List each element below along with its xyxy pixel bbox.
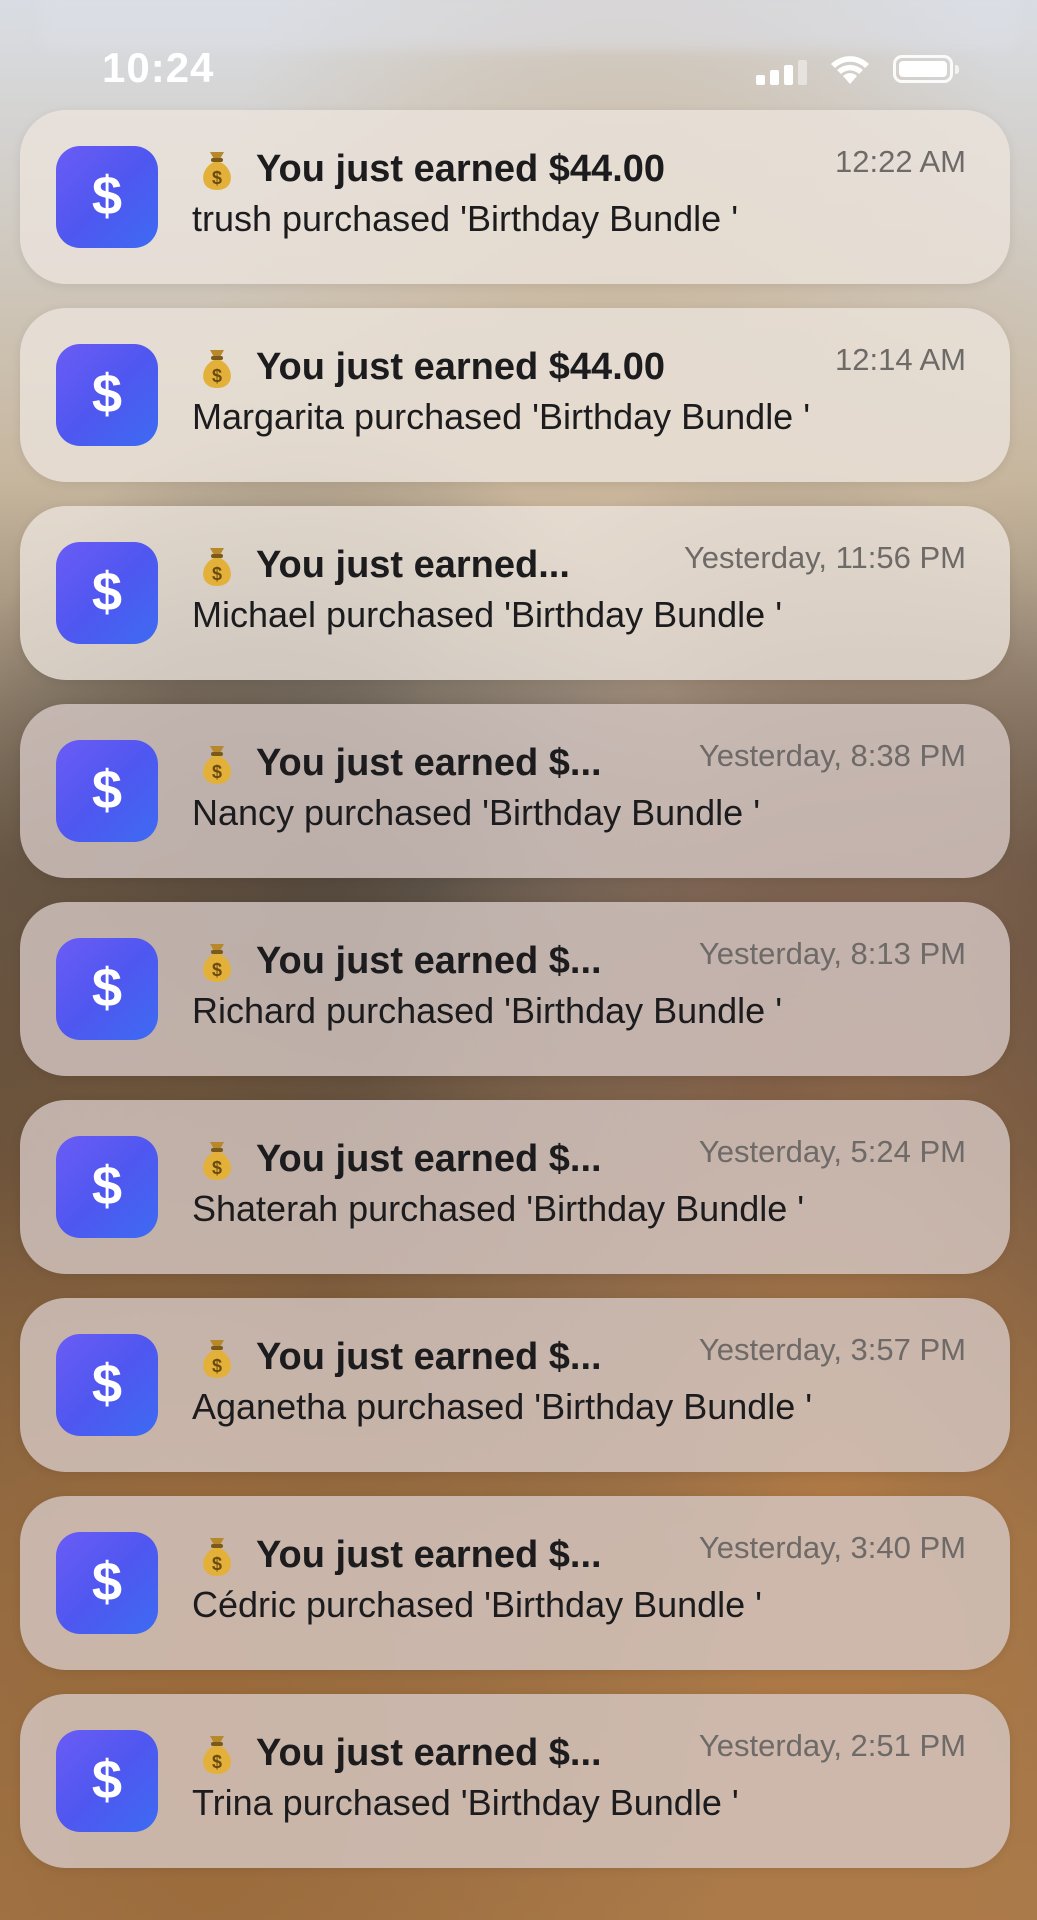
svg-text:$: $: [92, 1354, 122, 1414]
notification-title: You just earned $...: [256, 939, 602, 982]
svg-text:$: $: [212, 960, 222, 980]
dollar-sign-icon: $: [56, 740, 158, 842]
notification-card[interactable]: $ $ You just earned $... Yesterday, 5:24 PM…: [20, 1100, 1010, 1274]
money-bag-icon: $: [196, 1730, 238, 1776]
notification-card[interactable]: $ $ You just earned $... Yesterday, 8:38 PM…: [20, 704, 1010, 878]
notification-time: 12:14 AM: [835, 342, 966, 377]
svg-text:$: $: [92, 1750, 122, 1810]
svg-text:$: $: [92, 760, 122, 820]
dollar-sign-icon: $: [56, 542, 158, 644]
notification-card[interactable]: $ $ You just earned $44.00 12:22 AM trush pu…: [20, 110, 1010, 284]
notification-time: Yesterday, 8:13 PM: [698, 936, 966, 971]
notification-body: Shaterah purchased 'Birthday Bundle ': [192, 1188, 805, 1229]
dollar-sign-icon: $: [56, 1136, 158, 1238]
notification-card[interactable]: $ $ You just earned $44.00 12:14 AM Margarit…: [20, 308, 1010, 482]
svg-text:$: $: [212, 564, 222, 584]
dollar-sign-icon: $: [56, 146, 158, 248]
status-bar: 10:24: [0, 0, 1037, 120]
svg-text:$: $: [92, 562, 122, 622]
cellular-signal-icon: [756, 60, 807, 85]
dollar-sign-icon: $: [56, 938, 158, 1040]
notification-time: Yesterday, 5:24 PM: [698, 1134, 966, 1169]
battery-icon: [893, 55, 959, 83]
money-bag-icon: $: [196, 1136, 238, 1182]
notification-body: Trina purchased 'Birthday Bundle ': [192, 1782, 739, 1823]
svg-text:$: $: [212, 366, 222, 386]
wifi-icon: [828, 54, 872, 91]
notification-body: Michael purchased 'Birthday Bundle ': [192, 594, 783, 635]
notification-body: Cédric purchased 'Birthday Bundle ': [192, 1584, 763, 1625]
svg-text:$: $: [212, 1356, 222, 1376]
notification-body: trush purchased 'Birthday Bundle ': [192, 198, 739, 239]
notification-title: You just earned $44.00: [256, 345, 666, 388]
notification-time: Yesterday, 3:40 PM: [698, 1530, 966, 1565]
notification-body: Richard purchased 'Birthday Bundle ': [192, 990, 783, 1031]
money-bag-icon: $: [196, 1334, 238, 1380]
notification-time: Yesterday, 3:57 PM: [698, 1332, 966, 1367]
notification-body: Nancy purchased 'Birthday Bundle ': [192, 792, 761, 833]
notification-card[interactable]: $ $ You just earned $... Yesterday, 2:51 PM…: [20, 1694, 1010, 1868]
notification-time: Yesterday, 11:56 PM: [683, 540, 966, 575]
money-bag-icon: $: [196, 542, 238, 588]
money-bag-icon: $: [196, 344, 238, 390]
notification-time: Yesterday, 2:51 PM: [698, 1728, 966, 1763]
svg-text:$: $: [212, 1752, 222, 1772]
dollar-sign-icon: $: [56, 344, 158, 446]
svg-text:$: $: [212, 762, 222, 782]
notification-title: You just earned $44.00: [256, 147, 666, 190]
notification-card[interactable]: $ $ You just earned $... Yesterday, 3:40 PM…: [20, 1496, 1010, 1670]
svg-text:$: $: [212, 1158, 222, 1178]
money-bag-icon: $: [196, 1532, 238, 1578]
svg-text:$: $: [92, 364, 122, 424]
svg-text:$: $: [92, 1156, 122, 1216]
notification-card[interactable]: $ $ You just earned $... Yesterday, 8:13 PM…: [20, 902, 1010, 1076]
svg-text:$: $: [212, 168, 222, 188]
notification-title: You just earned $...: [256, 1533, 602, 1576]
notification-time: Yesterday, 8:38 PM: [698, 738, 966, 773]
dollar-sign-icon: $: [56, 1334, 158, 1436]
svg-text:$: $: [92, 166, 122, 226]
dollar-sign-icon: $: [56, 1532, 158, 1634]
notification-title: You just earned $...: [256, 1335, 602, 1378]
blurred-banner: [40, 0, 1020, 50]
notification-card[interactable]: $ $ You just earned $... Yesterday, 3:57 PM…: [20, 1298, 1010, 1472]
notification-title: You just earned $...: [256, 1137, 602, 1180]
notification-title: You just earned $...: [256, 1731, 602, 1774]
money-bag-icon: $: [196, 938, 238, 984]
money-bag-icon: $: [196, 740, 238, 786]
status-time: 10:24: [102, 44, 215, 91]
notification-title: You just earned...: [256, 543, 570, 586]
notification-card[interactable]: $ $ You just earned... Yesterday, 11:56 PM M…: [20, 506, 1010, 680]
notification-time: 12:22 AM: [835, 144, 966, 179]
svg-text:$: $: [212, 1554, 222, 1574]
svg-text:$: $: [92, 1552, 122, 1612]
dollar-sign-icon: $: [56, 1730, 158, 1832]
notification-title: You just earned $...: [256, 741, 602, 784]
notification-body: Aganetha purchased 'Birthday Bundle ': [192, 1386, 813, 1427]
money-bag-icon: $: [196, 146, 238, 192]
notification-body: Margarita purchased 'Birthday Bundle ': [192, 396, 811, 437]
svg-text:$: $: [92, 958, 122, 1018]
